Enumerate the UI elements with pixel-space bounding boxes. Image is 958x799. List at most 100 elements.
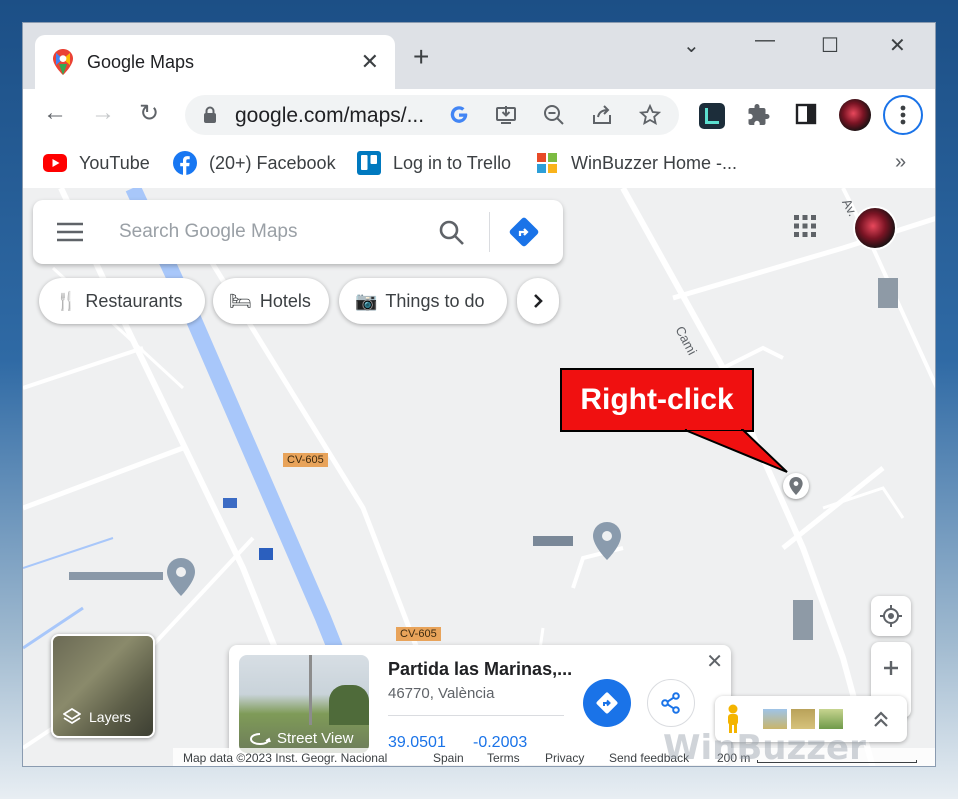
restaurant-icon: 🍴 bbox=[55, 290, 78, 311]
place-title: Partida las Marinas,... bbox=[388, 659, 573, 679]
chip-restaurants[interactable]: 🍴 Restaurants bbox=[39, 278, 205, 324]
minimize-button[interactable]: — bbox=[755, 29, 775, 52]
layers-icon bbox=[63, 708, 81, 725]
directions-button[interactable] bbox=[583, 679, 631, 727]
expand-up-icon[interactable] bbox=[873, 710, 889, 728]
road-label-cv605: CV-605 bbox=[283, 453, 328, 467]
bookmarks-bar: YouTube (20+) Facebook Log in to Trello … bbox=[23, 141, 935, 187]
bookmark-star-icon[interactable] bbox=[639, 104, 661, 126]
layers-button[interactable]: Layers bbox=[51, 634, 155, 738]
search-input[interactable]: Search Google Maps bbox=[119, 221, 298, 243]
imagery-thumb[interactable] bbox=[819, 709, 843, 729]
trello-icon bbox=[357, 151, 381, 175]
place-address: 46770, València bbox=[388, 685, 495, 702]
region-link[interactable]: Spain bbox=[433, 751, 464, 765]
tab-title: Google Maps bbox=[87, 51, 195, 72]
callout-pointer bbox=[684, 428, 788, 473]
place-card: Street View Partida las Marinas,... 4677… bbox=[229, 645, 731, 765]
my-location-button[interactable] bbox=[871, 596, 911, 636]
tab-close-button[interactable]: ✕ bbox=[361, 49, 379, 75]
profile-avatar[interactable] bbox=[839, 99, 871, 131]
location-pin-icon bbox=[789, 477, 803, 495]
traffic-blob bbox=[223, 498, 237, 508]
bookmark-winbuzzer[interactable]: WinBuzzer Home -... bbox=[535, 151, 737, 175]
place-pin-icon[interactable] bbox=[167, 558, 195, 596]
extension-icon[interactable] bbox=[699, 103, 725, 129]
watermark: WinBuzzer bbox=[663, 728, 866, 767]
road-label-cv605: CV-605 bbox=[396, 627, 441, 641]
google-apps-grid-icon[interactable] bbox=[793, 214, 817, 238]
chip-hotels[interactable]: 🛏 Hotels bbox=[213, 278, 329, 324]
back-arrow-icon[interactable]: ← bbox=[43, 99, 67, 127]
traffic-blob bbox=[878, 278, 898, 308]
chip-label: Things to do bbox=[385, 290, 485, 311]
street-view-icon bbox=[249, 732, 271, 745]
map-canvas[interactable]: CV-605 CV-605 Cami Av. Search Google Map… bbox=[23, 188, 935, 767]
chips-next-button[interactable] bbox=[517, 278, 559, 324]
bookmarks-overflow-button[interactable]: » bbox=[895, 151, 906, 174]
chip-things-to-do[interactable]: 📷 Things to do bbox=[339, 278, 507, 324]
maximize-button[interactable]: ☐ bbox=[821, 33, 839, 58]
crosshair-icon bbox=[880, 605, 902, 627]
chip-label: Hotels bbox=[259, 290, 311, 311]
search-icon[interactable] bbox=[439, 220, 465, 246]
youtube-icon bbox=[43, 151, 67, 175]
bookmark-facebook[interactable]: (20+) Facebook bbox=[173, 151, 336, 175]
imagery-thumb[interactable] bbox=[791, 709, 815, 729]
camera-icon: 📷 bbox=[355, 290, 378, 311]
new-tab-button[interactable]: + bbox=[413, 43, 429, 71]
traffic-blob bbox=[793, 600, 813, 640]
bookmark-label: WinBuzzer Home -... bbox=[571, 152, 738, 173]
more-vertical-icon bbox=[900, 105, 906, 125]
menu-hamburger-icon[interactable] bbox=[57, 222, 83, 242]
privacy-link[interactable]: Privacy bbox=[545, 751, 584, 765]
install-app-icon[interactable] bbox=[495, 104, 517, 126]
directions-icon[interactable] bbox=[509, 217, 539, 247]
bookmark-youtube[interactable]: YouTube bbox=[43, 151, 150, 175]
side-panel-icon[interactable] bbox=[795, 103, 817, 125]
zoom-out-icon[interactable] bbox=[543, 104, 565, 126]
facebook-icon bbox=[173, 151, 197, 175]
browser-window: Google Maps ✕ + ⌄ — ☐ ✕ ← → ↻ google.com… bbox=[22, 22, 936, 767]
traffic-blob bbox=[69, 572, 163, 580]
forward-arrow-icon[interactable]: → bbox=[91, 99, 115, 127]
lock-icon[interactable] bbox=[203, 106, 217, 124]
chevron-right-icon bbox=[534, 294, 543, 308]
bookmark-label: YouTube bbox=[79, 152, 150, 173]
street-view-thumbnail[interactable]: Street View bbox=[239, 655, 369, 753]
browser-toolbar: ← → ↻ google.com/maps/... bbox=[23, 89, 935, 141]
bookmark-label: Log in to Trello bbox=[393, 152, 512, 173]
bookmark-label: (20+) Facebook bbox=[209, 152, 336, 173]
directions-arrow-icon bbox=[596, 692, 618, 714]
imagery-thumb[interactable] bbox=[763, 709, 787, 729]
address-bar[interactable]: google.com/maps/... bbox=[185, 95, 679, 135]
card-divider bbox=[388, 715, 564, 716]
bed-icon: 🛏 bbox=[229, 290, 252, 311]
terms-link[interactable]: Terms bbox=[487, 751, 520, 765]
zoom-in-icon[interactable] bbox=[883, 660, 899, 676]
browser-menu-button[interactable] bbox=[883, 95, 923, 135]
window-close-button[interactable]: ✕ bbox=[889, 33, 906, 58]
tab-strip: Google Maps ✕ + ⌄ — ☐ ✕ bbox=[23, 23, 935, 89]
chip-label: Restaurants bbox=[85, 290, 183, 311]
bookmark-trello[interactable]: Log in to Trello bbox=[357, 151, 511, 175]
tab-search-chevron-icon[interactable]: ⌄ bbox=[683, 33, 700, 58]
place-pin-icon[interactable] bbox=[593, 522, 621, 560]
search-divider bbox=[489, 212, 490, 252]
tab-google-maps[interactable]: Google Maps ✕ bbox=[35, 35, 395, 89]
map-data-attribution: Map data ©2023 Inst. Geogr. Nacional bbox=[183, 751, 388, 765]
street-view-label: Street View bbox=[249, 730, 353, 747]
account-avatar[interactable] bbox=[853, 206, 897, 250]
maps-search-box[interactable]: Search Google Maps bbox=[33, 200, 563, 264]
traffic-blob bbox=[533, 536, 573, 546]
google-lens-icon[interactable] bbox=[449, 105, 469, 125]
layers-label: Layers bbox=[63, 708, 131, 726]
share-page-icon[interactable] bbox=[591, 104, 613, 126]
reload-icon[interactable]: ↻ bbox=[139, 99, 159, 128]
right-click-callout: Right-click bbox=[560, 368, 754, 432]
share-icon bbox=[661, 692, 680, 714]
share-button[interactable] bbox=[647, 679, 695, 727]
traffic-blob bbox=[259, 548, 273, 560]
extensions-puzzle-icon[interactable] bbox=[747, 103, 771, 127]
place-card-close-button[interactable]: ✕ bbox=[706, 649, 723, 674]
